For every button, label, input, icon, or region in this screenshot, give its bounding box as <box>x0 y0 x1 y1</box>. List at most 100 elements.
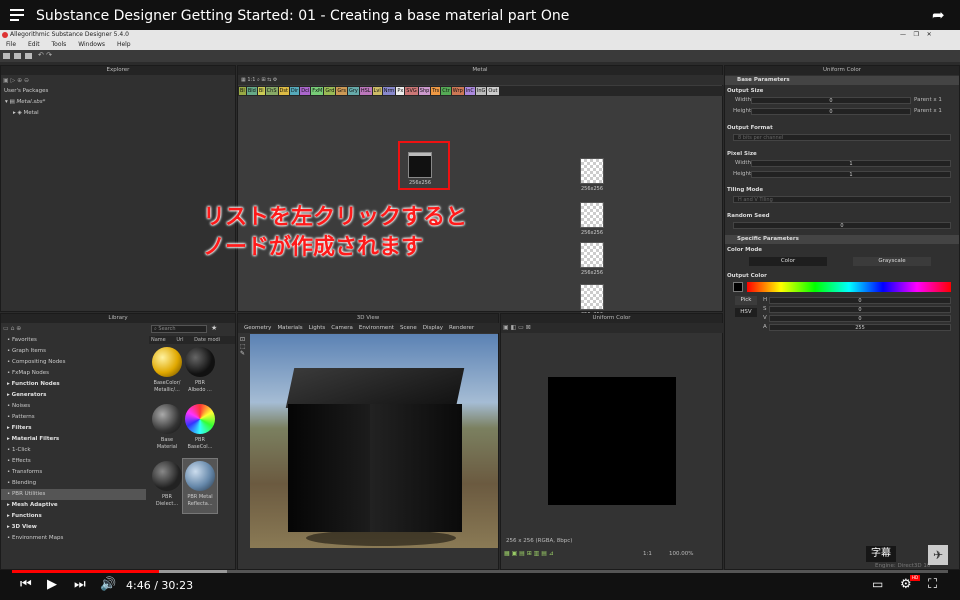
color-mode-grayscale-button[interactable]: Grayscale <box>853 257 931 266</box>
node-tag-fxm[interactable]: FxM <box>311 87 324 95</box>
3d-side-toolbar[interactable]: ⊡ ⬚ ✎ <box>240 336 248 360</box>
h-field[interactable]: 0 <box>769 297 951 304</box>
width-parent[interactable]: Parent x 1 <box>914 97 942 103</box>
3d-menu-geometry[interactable]: Geometry <box>244 325 271 331</box>
3d-menu-environment[interactable]: Environment <box>359 325 394 331</box>
output-node-1[interactable] <box>580 158 604 184</box>
col-name[interactable]: Name <box>151 337 166 343</box>
node-tag-bld[interactable]: Bld <box>246 87 257 95</box>
thumb-basecolor-metallic[interactable] <box>152 347 182 377</box>
library-item-pbr-utilities[interactable]: • PBR Utilities <box>1 489 146 500</box>
node-tag-bl[interactable]: Bl <box>257 87 265 95</box>
previous-icon[interactable]: ⏮ <box>20 577 32 592</box>
favorite-star-icon[interactable]: ★ <box>211 324 217 332</box>
fullscreen-icon[interactable]: ⛶ <box>928 577 937 592</box>
menu-help[interactable]: Help <box>117 41 131 48</box>
node-tag-ing[interactable]: InG <box>475 87 487 95</box>
node-tag-grd[interactable]: Grd <box>324 87 336 95</box>
library-item-effects[interactable]: • Effects <box>1 456 146 467</box>
node-tag-shp[interactable]: Shp <box>418 87 431 95</box>
3d-menu-display[interactable]: Display <box>423 325 443 331</box>
node-tag-px[interactable]: Px <box>396 87 405 95</box>
node-tag-dir[interactable]: Dir <box>289 87 300 95</box>
share-icon[interactable]: ➦ <box>932 6 945 24</box>
library-item-3d-view[interactable]: ▸ 3D View <box>1 522 146 533</box>
graph-zoom[interactable]: 1:1 <box>247 77 255 83</box>
captions-icon[interactable]: ▭ <box>872 577 883 591</box>
thumb-pbr-metal-reflectance[interactable] <box>185 461 215 491</box>
library-item-generators[interactable]: ▸ Generators <box>1 390 146 401</box>
output-node-3[interactable] <box>580 242 604 268</box>
library-item-function-nodes[interactable]: ▸ Function Nodes <box>1 379 146 390</box>
thumb-base-material[interactable] <box>152 404 182 434</box>
px-height-field[interactable]: 1 <box>751 171 951 178</box>
library-item-noises[interactable]: • Noises <box>1 401 146 412</box>
node-tag-grs[interactable]: Grs <box>336 87 347 95</box>
node-tag-ctr[interactable]: Ctr <box>441 87 451 95</box>
thumb-pbr-dielectric[interactable] <box>152 461 182 491</box>
explorer-graph[interactable]: ▸ ◈ Metal <box>13 110 39 116</box>
3d-menu-lights[interactable]: Lights <box>309 325 326 331</box>
node-tag-nrm[interactable]: Nrm <box>382 87 396 95</box>
height-parent[interactable]: Parent x 1 <box>914 108 942 114</box>
menu-windows[interactable]: Windows <box>78 41 105 48</box>
2d-zoom-ratio[interactable]: 1:1 <box>643 551 652 557</box>
new-package-icon[interactable] <box>3 53 10 59</box>
v-field[interactable]: 0 <box>769 315 951 322</box>
explorer-package[interactable]: ▾ ▤ Metal.sbs* <box>5 99 45 105</box>
color-swatch[interactable] <box>733 282 743 292</box>
node-tag-inc[interactable]: InC <box>464 87 475 95</box>
node-tag-hsl[interactable]: HSL <box>359 87 372 95</box>
mini-player-icon[interactable]: ✈ <box>928 545 948 565</box>
px-width-field[interactable]: 1 <box>751 160 951 167</box>
video-title[interactable]: Substance Designer Getting Started: 01 -… <box>36 8 569 24</box>
play-icon[interactable]: ▶ <box>47 577 57 592</box>
library-item-material-filters[interactable]: ▸ Material Filters <box>1 434 146 445</box>
output-node-4[interactable] <box>580 284 604 310</box>
library-item-transforms[interactable]: • Transforms <box>1 467 146 478</box>
node-tag-out[interactable]: Out <box>487 87 499 95</box>
undo-icon[interactable]: ↶ ↷ <box>38 51 52 59</box>
output-node-2[interactable] <box>580 202 604 228</box>
2d-zoom-level[interactable]: 100.00% <box>669 551 693 557</box>
col-date[interactable]: Date modi <box>194 337 220 343</box>
node-tag-trs[interactable]: Trs <box>431 87 441 95</box>
s-field[interactable]: 0 <box>769 306 951 313</box>
width-field[interactable]: 0 <box>751 97 911 104</box>
a-field[interactable]: 255 <box>769 324 951 331</box>
3d-menu-camera[interactable]: Camera <box>331 325 353 331</box>
progress-bar[interactable] <box>12 570 948 573</box>
library-item-mesh-adaptive[interactable]: ▸ Mesh Adaptive <box>1 500 146 511</box>
node-tag-dst[interactable]: Dst <box>278 87 289 95</box>
node-tag-lvl[interactable]: Lvl <box>372 87 382 95</box>
thumb-pbr-basecolor[interactable] <box>185 404 215 434</box>
subtitle-badge[interactable]: 字幕 <box>866 546 896 562</box>
random-seed-field[interactable]: 0 <box>733 222 951 229</box>
menu-edit[interactable]: Edit <box>28 41 40 48</box>
col-url[interactable]: Url <box>176 337 183 343</box>
library-item-graph-items[interactable]: • Graph Items <box>1 346 146 357</box>
3d-menu-materials[interactable]: Materials <box>277 325 302 331</box>
menu-file[interactable]: File <box>6 41 16 48</box>
library-item-environment-maps[interactable]: • Environment Maps <box>1 533 146 544</box>
volume-icon[interactable]: 🔊 <box>100 577 116 592</box>
menu-tools[interactable]: Tools <box>52 41 67 48</box>
output-format-select[interactable]: 8 bits per channel <box>733 134 951 141</box>
hsv-button[interactable]: HSV <box>735 308 757 317</box>
node-tag-dcl[interactable]: Dcl <box>300 87 311 95</box>
library-item-functions[interactable]: ▸ Functions <box>1 511 146 522</box>
library-item-1-click[interactable]: • 1-Click <box>1 445 146 456</box>
library-item-patterns[interactable]: • Patterns <box>1 412 146 423</box>
node-tag-wrp[interactable]: Wrp <box>451 87 464 95</box>
library-item-blending[interactable]: • Blending <box>1 478 146 489</box>
3d-viewport[interactable] <box>250 334 498 548</box>
tiling-mode-select[interactable]: H and V Tiling <box>733 196 951 203</box>
window-controls[interactable]: — ❐ ✕ <box>900 30 932 40</box>
hue-spectrum[interactable] <box>747 282 951 292</box>
thumb-pbr-albedo[interactable] <box>185 347 215 377</box>
library-item-favorites[interactable]: • Favorites <box>1 335 146 346</box>
node-tag-bl[interactable]: Bl <box>239 87 246 95</box>
library-item-filters[interactable]: ▸ Filters <box>1 423 146 434</box>
open-icon[interactable] <box>14 53 21 59</box>
library-search-input[interactable]: ⌕ Search <box>151 325 207 333</box>
